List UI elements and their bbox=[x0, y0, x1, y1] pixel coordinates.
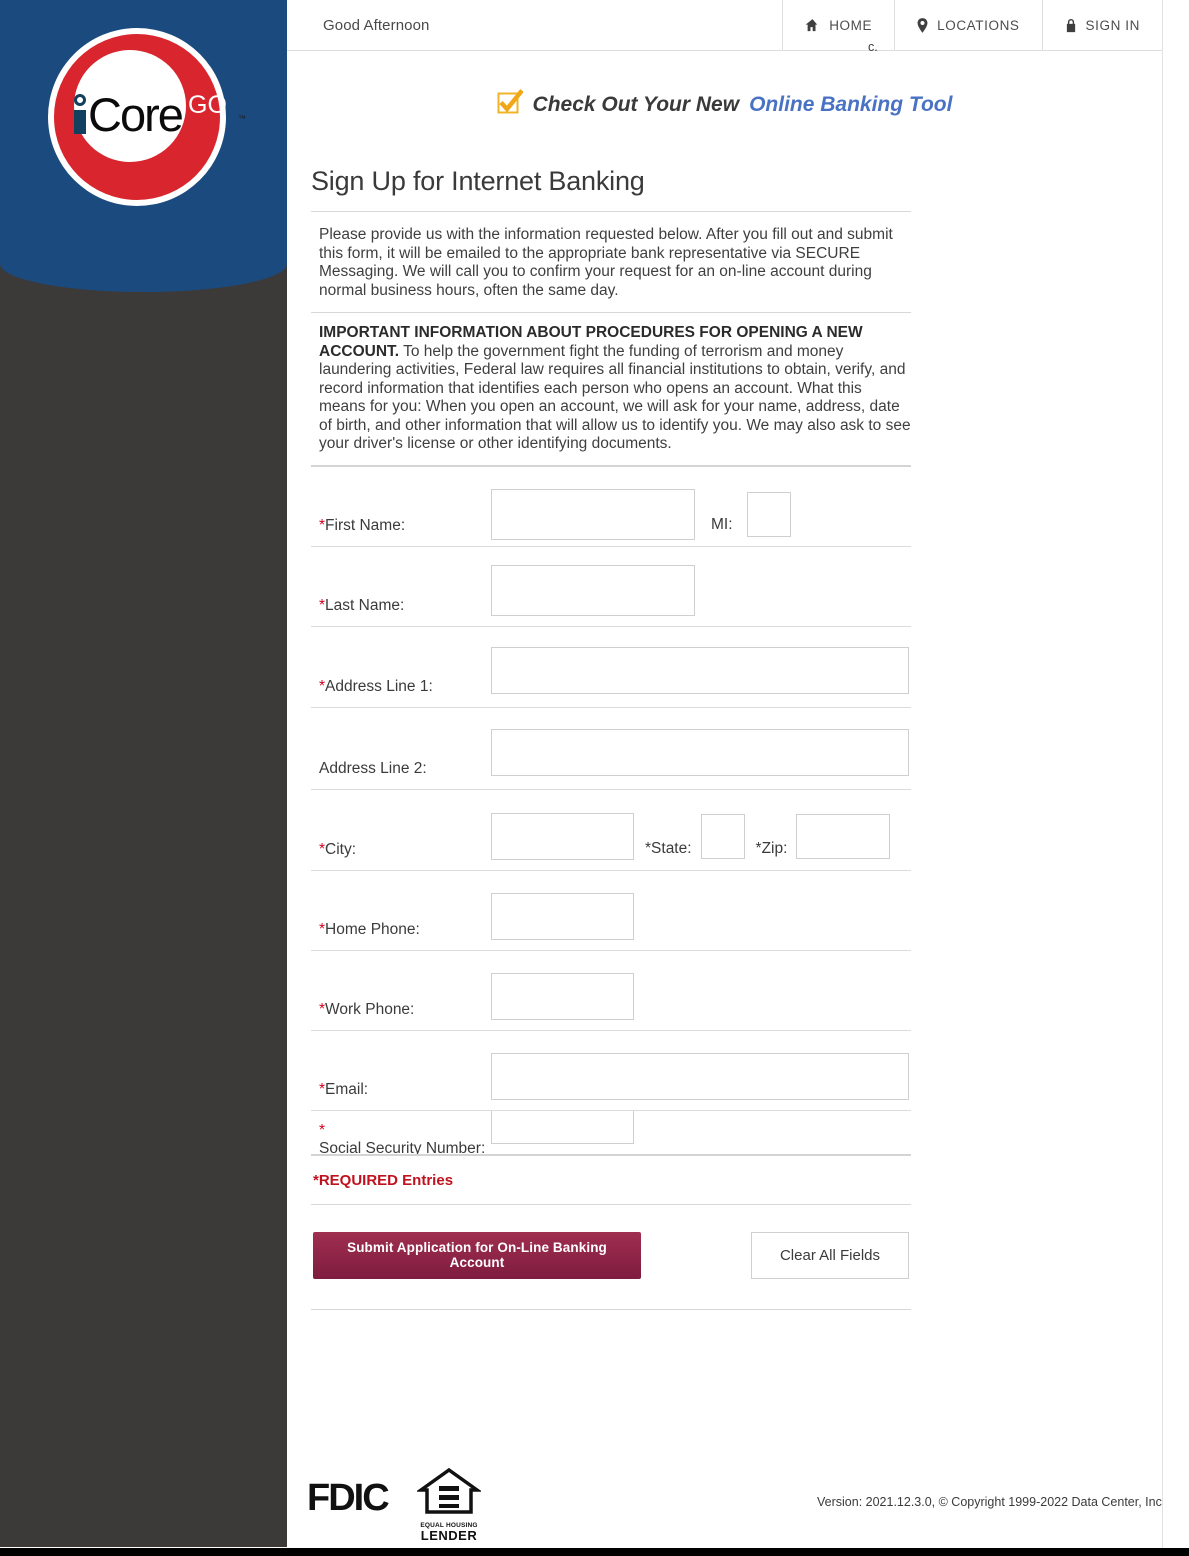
map-pin-icon bbox=[917, 17, 928, 33]
checkbox-checked-icon bbox=[497, 89, 524, 121]
form-row-address2: Address Line 2: bbox=[311, 708, 911, 790]
equal-housing-bottom-text: LENDER bbox=[420, 1528, 478, 1543]
address2-input[interactable] bbox=[491, 728, 909, 776]
logo-i-dot bbox=[74, 94, 86, 106]
greeting-text: Good Afternoon bbox=[323, 16, 430, 34]
page-title: Sign Up for Internet Banking bbox=[311, 166, 645, 196]
mi-input[interactable] bbox=[746, 491, 791, 537]
top-navigation-bar: Good Afternoon HOME LOCATIONS SIGN IN bbox=[287, 0, 1162, 51]
work-phone-label: *Work Phone: bbox=[319, 1001, 491, 1030]
mi-label: MI: bbox=[711, 515, 733, 533]
bottom-black-strip bbox=[0, 1548, 1189, 1556]
clear-all-fields-button[interactable]: Clear All Fields bbox=[751, 1231, 909, 1279]
last-name-input[interactable] bbox=[491, 564, 695, 616]
ssn-input[interactable] bbox=[491, 1110, 634, 1144]
required-marker: * bbox=[319, 1121, 326, 1139]
promo-text-link[interactable]: Online Banking Tool bbox=[749, 93, 952, 117]
home-icon bbox=[805, 18, 820, 33]
content-column: Sign Up for Internet Banking Please prov… bbox=[311, 166, 911, 1310]
home-phone-input[interactable] bbox=[491, 892, 634, 940]
address1-input[interactable] bbox=[491, 646, 909, 694]
signup-form: *First Name: MI: *Last Name: *Address Li… bbox=[311, 467, 911, 1154]
logo-trademark: ™ bbox=[238, 114, 246, 123]
work-phone-label-text: Work Phone: bbox=[325, 1000, 415, 1018]
lock-icon bbox=[1065, 18, 1077, 33]
form-row-city-state-zip: *City: *State: *Zip: bbox=[311, 790, 911, 871]
promo-banner[interactable]: Check Out Your New Online Banking Tool bbox=[287, 89, 1162, 121]
left-sidebar: Core GO ™ bbox=[0, 0, 287, 1547]
page-footer: FDIC EQUAL HOUSING LENDER Version: 2021.… bbox=[287, 1455, 1162, 1547]
first-name-label-text: First Name: bbox=[325, 516, 406, 534]
first-name-label: *First Name: bbox=[319, 517, 491, 546]
fdic-label: FDIC bbox=[307, 1477, 390, 1519]
version-text-clipped: c. bbox=[868, 40, 878, 54]
email-input[interactable] bbox=[491, 1052, 909, 1100]
state-label: *State: bbox=[634, 840, 701, 870]
address2-label-text: Address Line 2: bbox=[319, 759, 427, 777]
required-entries-note: *REQUIRED Entries bbox=[313, 1171, 454, 1189]
address1-label-text: Address Line 1: bbox=[325, 677, 433, 695]
ssn-label: *Social Security Number: bbox=[319, 1111, 491, 1154]
icorego-logo[interactable]: Core GO ™ bbox=[48, 28, 246, 206]
first-name-input[interactable] bbox=[491, 488, 695, 540]
ssn-label-text: Social Security Number: bbox=[319, 1139, 486, 1154]
work-phone-input[interactable] bbox=[491, 972, 634, 1020]
home-phone-label-text: Home Phone: bbox=[325, 920, 420, 938]
nav-item-locations-label: LOCATIONS bbox=[937, 17, 1020, 33]
version-text: Version: 2021.12.3.0, © Copyright 1999-2… bbox=[817, 1495, 1162, 1509]
address1-label: *Address Line 1: bbox=[319, 678, 491, 707]
intro-paragraph: Please provide us with the information r… bbox=[319, 226, 893, 299]
form-row-first-name: *First Name: MI: bbox=[311, 467, 911, 547]
submit-application-button[interactable]: Submit Application for On-Line Banking A… bbox=[313, 1231, 641, 1279]
equal-housing-lender-icon: EQUAL HOUSING LENDER bbox=[415, 1467, 483, 1543]
logo-go-text: GO bbox=[188, 91, 227, 119]
form-row-address1: *Address Line 1: bbox=[311, 627, 911, 708]
city-input[interactable] bbox=[491, 812, 634, 860]
form-row-ssn: *Social Security Number: bbox=[311, 1110, 911, 1154]
logo-i-stem bbox=[74, 110, 86, 134]
zip-label-text: Zip: bbox=[761, 839, 788, 857]
form-row-last-name: *Last Name: bbox=[311, 547, 911, 627]
nav-item-home-label: HOME bbox=[829, 17, 873, 33]
kyc-paragraph: IMPORTANT INFORMATION ABOUT PROCEDURES F… bbox=[311, 313, 911, 465]
form-row-work-phone: *Work Phone: bbox=[311, 951, 911, 1031]
city-label: *City: bbox=[319, 841, 491, 870]
equal-housing-house-glyph bbox=[415, 1467, 483, 1514]
promo-text-plain: Check Out Your New bbox=[532, 93, 740, 116]
address2-label: Address Line 2: bbox=[319, 760, 491, 789]
zip-input[interactable] bbox=[796, 813, 891, 859]
state-input[interactable] bbox=[700, 813, 745, 859]
form-actions: Submit Application for On-Line Banking A… bbox=[311, 1205, 911, 1309]
nav-item-signin[interactable]: SIGN IN bbox=[1041, 0, 1162, 50]
last-name-label-text: Last Name: bbox=[325, 596, 405, 614]
kyc-body: To help the government fight the funding… bbox=[319, 342, 911, 453]
form-row-email: *Email: bbox=[311, 1031, 911, 1111]
email-label: *Email: bbox=[319, 1081, 491, 1110]
page-right-gutter bbox=[1163, 0, 1189, 1548]
nav-item-locations[interactable]: LOCATIONS bbox=[894, 0, 1041, 50]
nav-item-signin-label: SIGN IN bbox=[1085, 17, 1140, 33]
home-phone-label: *Home Phone: bbox=[319, 921, 491, 950]
fdic-logo: FDIC bbox=[307, 1477, 390, 1519]
page-container: Good Afternoon HOME LOCATIONS SIGN IN Ch… bbox=[287, 0, 1162, 1547]
logo-wordmark: Core GO ™ bbox=[68, 88, 246, 144]
divider-actions bbox=[311, 1308, 911, 1310]
state-label-text: State: bbox=[651, 839, 692, 857]
zip-label: *Zip: bbox=[745, 840, 797, 870]
last-name-label: *Last Name: bbox=[319, 597, 491, 626]
form-row-home-phone: *Home Phone: bbox=[311, 871, 911, 951]
email-label-text: Email: bbox=[325, 1080, 369, 1098]
city-label-text: City: bbox=[325, 840, 357, 858]
logo-core-text: Core bbox=[88, 88, 184, 141]
